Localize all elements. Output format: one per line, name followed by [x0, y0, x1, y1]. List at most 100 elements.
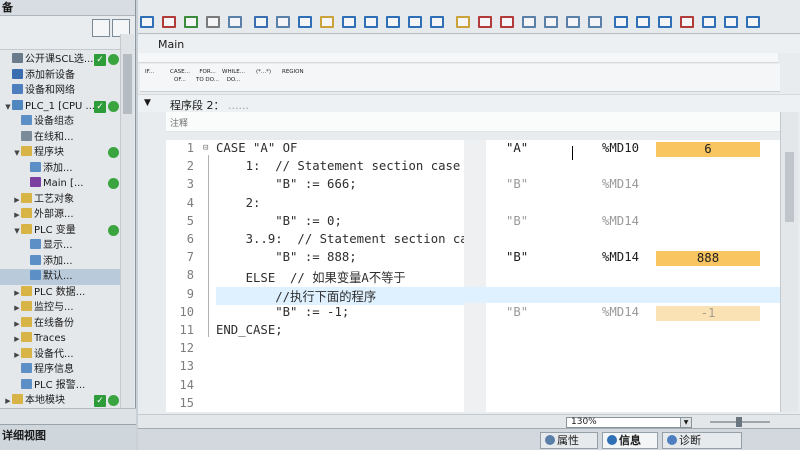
tree-item[interactable]: 默认...	[0, 269, 120, 285]
tree-item[interactable]: PLC 报警...	[0, 378, 120, 394]
network-comment[interactable]: 注释	[166, 112, 780, 132]
tree-item[interactable]: 添加新设备	[0, 68, 120, 84]
tag-icon[interactable]	[184, 16, 198, 28]
tree-item[interactable]: ▶ PLC 数据...	[0, 285, 120, 301]
network-title-extra[interactable]: ......	[228, 99, 249, 112]
jump-icon[interactable]	[614, 16, 628, 28]
monitor-icon[interactable]	[430, 16, 444, 28]
code-line[interactable]: 2:	[216, 196, 261, 210]
inspector-tab[interactable]: 信息	[602, 432, 658, 449]
editor-toolbar	[138, 0, 800, 34]
code-line[interactable]: CASE "A" OF	[216, 141, 297, 155]
code-line[interactable]: //执行下面的程序	[216, 286, 464, 305]
code-line[interactable]: "B" := 0;	[216, 214, 342, 228]
edit-icon[interactable]	[456, 16, 470, 28]
breakpoint-icon[interactable]	[500, 16, 514, 28]
tree-item[interactable]: ▶ 在线备份	[0, 316, 120, 332]
tree-item[interactable]: ▶ Traces	[0, 331, 120, 347]
tree-item[interactable]: 添加...	[0, 254, 120, 270]
list-icon[interactable]	[386, 16, 400, 28]
insert-network-icon[interactable]	[140, 16, 154, 28]
list-icon[interactable]	[364, 16, 378, 28]
scl-instruction-button[interactable]: (*...*)	[256, 68, 271, 76]
expand-arrow-icon[interactable]: ▶	[13, 348, 21, 363]
code-line[interactable]: "B" := 666;	[216, 177, 356, 191]
code-line[interactable]: ELSE // 如果变量A不等于	[216, 268, 406, 286]
expand-arrow-icon[interactable]: ▶	[13, 208, 21, 223]
expand-arrow-icon[interactable]: ▶	[13, 317, 21, 332]
fold-toggle-icon[interactable]: ⊟	[203, 143, 208, 153]
code-line[interactable]: 3..9: // Statement section case 3 to 9	[216, 232, 464, 246]
zoom-select[interactable]: 130% ▼	[566, 417, 692, 428]
jump-icon[interactable]	[636, 16, 650, 28]
tree-item[interactable]: 在线和...	[0, 130, 120, 146]
tree-item[interactable]: 添加...	[0, 161, 120, 177]
zoom-slider-knob[interactable]	[736, 417, 742, 427]
tree-item[interactable]: ▶ 工艺对象	[0, 192, 120, 208]
scroll-thumb[interactable]	[123, 54, 132, 114]
tree-item[interactable]: ▶ 设备代...	[0, 347, 120, 363]
project-tree-scrollbar[interactable]	[120, 34, 134, 408]
expand-arrow-icon[interactable]: ▶	[13, 193, 21, 208]
tree-item[interactable]: ▼ 程序块	[0, 145, 120, 161]
tree-item[interactable]: 显示...	[0, 238, 120, 254]
collapse-arrow-icon[interactable]: ▼	[4, 100, 12, 115]
jump-icon[interactable]	[658, 16, 672, 28]
tree-item[interactable]: 公开课SCL选... ✓	[0, 52, 120, 68]
overview-toggle-icon[interactable]	[92, 19, 110, 37]
tree-item[interactable]: ▼ PLC 变量	[0, 223, 120, 239]
line-number: 4	[186, 195, 194, 210]
expand-arrow-icon[interactable]: ▶	[4, 394, 12, 409]
code-line[interactable]: "B" := 888;	[216, 250, 356, 264]
list-icon[interactable]	[408, 16, 422, 28]
tree-item[interactable]: ▶ 外部源...	[0, 207, 120, 223]
tree-item[interactable]: ▶ 本地模块 ✓	[0, 393, 120, 409]
outdent-icon[interactable]	[276, 16, 290, 28]
chevron-down-icon[interactable]: ▼	[680, 418, 691, 427]
inspector-tab[interactable]: 属性	[540, 432, 598, 449]
expand-arrow-icon[interactable]: ▶	[13, 286, 21, 301]
code-area[interactable]: 1 2 3 4 5 6 7 8 9 10 11 12 13 14 15 CASE "A" OF 1: // …	[166, 140, 780, 412]
breakpoint-icon[interactable]	[478, 16, 492, 28]
navigate-icon[interactable]	[702, 16, 716, 28]
step-icon[interactable]	[566, 16, 580, 28]
bookmark-icon[interactable]	[320, 16, 334, 28]
scl-instruction-button[interactable]: REGION	[282, 68, 304, 76]
tree-item[interactable]: 设备和网络	[0, 83, 120, 99]
tree-item[interactable]: ▶ 监控与...	[0, 300, 120, 316]
inspector-tab[interactable]: 诊断	[662, 432, 742, 449]
scl-code[interactable]: CASE "A" OF 1: // Statement section case…	[216, 140, 464, 412]
list-icon[interactable]	[228, 16, 242, 28]
collapse-triangle-icon[interactable]: ▼	[144, 98, 151, 108]
indent-icon[interactable]	[254, 16, 268, 28]
detail-view-header[interactable]: 详细视图	[0, 424, 136, 450]
step-icon[interactable]	[522, 16, 536, 28]
error-icon[interactable]	[680, 16, 694, 28]
code-line[interactable]: 1: // Statement section case 1	[216, 159, 464, 173]
expand-arrow-icon[interactable]: ▶	[13, 301, 21, 316]
code-line[interactable]: "B" := -1;	[216, 305, 349, 319]
step-icon[interactable]	[588, 16, 602, 28]
scl-instruction-button[interactable]: IF...	[145, 68, 154, 76]
delete-icon[interactable]	[162, 16, 176, 28]
expand-arrow-icon[interactable]: ▶	[13, 332, 21, 347]
scl-instruction-button[interactable]: WHILE... DO...	[222, 68, 245, 84]
comment-icon[interactable]	[298, 16, 312, 28]
tree-item[interactable]: Main [...	[0, 176, 120, 192]
scroll-thumb[interactable]	[785, 152, 794, 222]
scl-instruction-button[interactable]: CASE... OF...	[170, 68, 190, 84]
code-line[interactable]: END_CASE;	[216, 323, 283, 337]
scl-instruction-button[interactable]: FOR... TO DO...	[196, 68, 219, 84]
navigate-icon[interactable]	[724, 16, 738, 28]
tree-item[interactable]: 程序信息	[0, 362, 120, 378]
navigate-icon[interactable]	[746, 16, 760, 28]
tree-item[interactable]: ▼ PLC_1 [CPU ... ✓	[0, 99, 120, 115]
clear-icon[interactable]	[206, 16, 220, 28]
list-icon[interactable]	[342, 16, 356, 28]
block-interface-strip[interactable]	[138, 53, 778, 63]
step-icon[interactable]	[544, 16, 558, 28]
editor-vertical-scrollbar[interactable]	[780, 112, 798, 412]
collapse-arrow-icon[interactable]: ▼	[13, 146, 21, 161]
collapse-arrow-icon[interactable]: ▼	[13, 224, 21, 239]
tree-item[interactable]: 设备组态	[0, 114, 120, 130]
